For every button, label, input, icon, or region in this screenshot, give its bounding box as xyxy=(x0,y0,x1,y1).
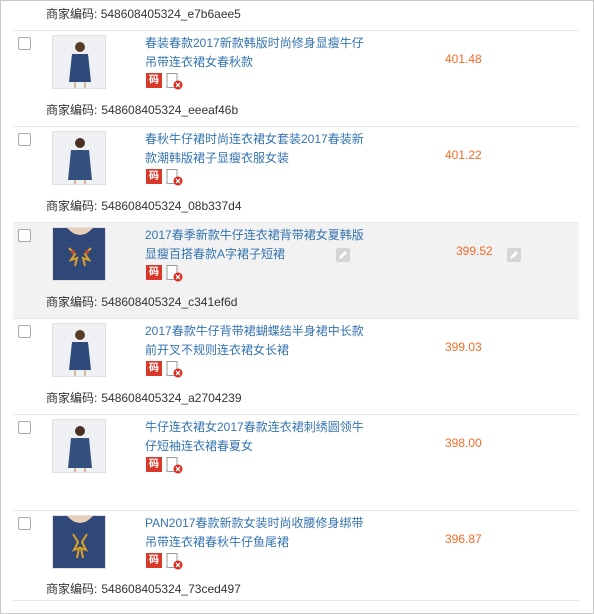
merchant-code-label: 商家编码: xyxy=(46,295,98,309)
merchant-code-label: 商家编码: xyxy=(46,103,98,117)
merchant-code-label: 商家编码: xyxy=(46,391,98,405)
product-thumbnail[interactable] xyxy=(52,323,106,377)
document-error-icon[interactable] xyxy=(166,457,184,474)
product-thumbnail[interactable] xyxy=(52,419,106,473)
product-price: 399.03 xyxy=(445,340,482,354)
merchant-code-label: 商家编码: xyxy=(46,199,98,213)
product-row: 牛仔连衣裙女2017春款连衣裙刺绣圆领牛仔短袖连衣裙春夏女 码 398.00 xyxy=(13,414,579,510)
product-row: 春装春款2017新款韩版时尚修身显瘦牛仔吊带连衣裙女春秋款 码 401.48 商… xyxy=(13,30,579,126)
product-price: 401.22 xyxy=(445,148,482,162)
merchant-code: 商家编码: 548608405324_eeeaf46b xyxy=(46,102,238,118)
merchant-code-label: 商家编码: xyxy=(46,7,98,21)
edit-price-pencil-icon[interactable] xyxy=(506,247,522,263)
product-title-link[interactable]: 牛仔连衣裙女2017春款连衣裙刺绣圆领牛仔短袖连衣裙春夏女 xyxy=(145,418,369,456)
merchant-code-label: 商家编码: xyxy=(46,582,98,596)
row-checkbox[interactable] xyxy=(18,37,31,50)
merchant-code: 商家编码: 548608405324_c341ef6d xyxy=(46,294,237,310)
list-divider xyxy=(13,600,579,601)
product-thumbnail[interactable] xyxy=(52,35,106,89)
row-checkbox[interactable] xyxy=(18,229,31,242)
merchant-code-value: 548608405324_a2704239 xyxy=(101,391,242,405)
product-thumbnail[interactable] xyxy=(52,131,106,185)
code-badge-icon[interactable]: 码 xyxy=(146,73,162,88)
code-badge-icon[interactable]: 码 xyxy=(146,553,162,568)
code-badge-icon[interactable]: 码 xyxy=(146,361,162,376)
document-error-icon[interactable] xyxy=(166,169,184,186)
product-title-link[interactable]: 2017春款牛仔背带裙蝴蝶结半身裙中长款前开叉不规则连衣裙女长裙 xyxy=(145,322,369,360)
merchant-code-value: 548608405324_e7b6aee5 xyxy=(100,7,241,21)
product-title-link[interactable]: PAN2017春款新款女装时尚收腰修身绑带吊带连衣裙春秋牛仔鱼尾裙 xyxy=(145,514,369,552)
document-error-icon[interactable] xyxy=(166,361,184,378)
merchant-code-top: 商家编码: 548608405324_e7b6aee5 xyxy=(46,6,241,22)
product-row: 2017春季新款牛仔连衣裙背带裙女夏韩版显瘦百搭春款A字裙子短裙 码 399.5… xyxy=(13,222,579,318)
merchant-code: 商家编码: 548608405324_08b337d4 xyxy=(46,198,242,214)
product-price: 398.00 xyxy=(445,436,482,450)
product-row: PAN2017春款新款女装时尚收腰修身绑带吊带连衣裙春秋牛仔鱼尾裙 码 396.… xyxy=(13,510,579,602)
merchant-code: 商家编码: 548608405324_a2704239 xyxy=(46,390,242,406)
document-error-icon[interactable] xyxy=(166,265,184,282)
document-error-icon[interactable] xyxy=(166,73,184,90)
product-thumbnail[interactable] xyxy=(52,227,106,281)
product-title-link[interactable]: 春秋牛仔裙时尚连衣裙女套装2017春装新款潮韩版裙子显瘦衣服女装 xyxy=(145,130,369,168)
code-badge-icon[interactable]: 码 xyxy=(146,169,162,184)
merchant-code-value: 548608405324_73ced497 xyxy=(101,582,241,596)
edit-title-pencil-icon[interactable] xyxy=(335,247,351,263)
product-price: 401.48 xyxy=(445,52,482,66)
row-checkbox[interactable] xyxy=(18,325,31,338)
row-checkbox[interactable] xyxy=(18,421,31,434)
row-checkbox[interactable] xyxy=(18,133,31,146)
product-row: 春秋牛仔裙时尚连衣裙女套装2017春装新款潮韩版裙子显瘦衣服女装 码 401.2… xyxy=(13,126,579,222)
code-badge-icon[interactable]: 码 xyxy=(146,457,162,472)
merchant-code-value: 548608405324_eeeaf46b xyxy=(101,103,239,117)
row-checkbox[interactable] xyxy=(18,517,31,530)
merchant-code: 商家编码: 548608405324_73ced497 xyxy=(46,581,241,597)
code-badge-icon[interactable]: 码 xyxy=(146,265,162,280)
merchant-code-value: 548608405324_c341ef6d xyxy=(101,295,238,309)
product-row: 2017春款牛仔背带裙蝴蝶结半身裙中长款前开叉不规则连衣裙女长裙 码 399.0… xyxy=(13,318,579,414)
product-title-link[interactable]: 春装春款2017新款韩版时尚修身显瘦牛仔吊带连衣裙女春秋款 xyxy=(145,34,369,72)
merchant-code-value: 548608405324_08b337d4 xyxy=(101,199,242,213)
product-price: 396.87 xyxy=(445,532,482,546)
product-thumbnail[interactable] xyxy=(52,515,106,569)
document-error-icon[interactable] xyxy=(166,553,184,570)
